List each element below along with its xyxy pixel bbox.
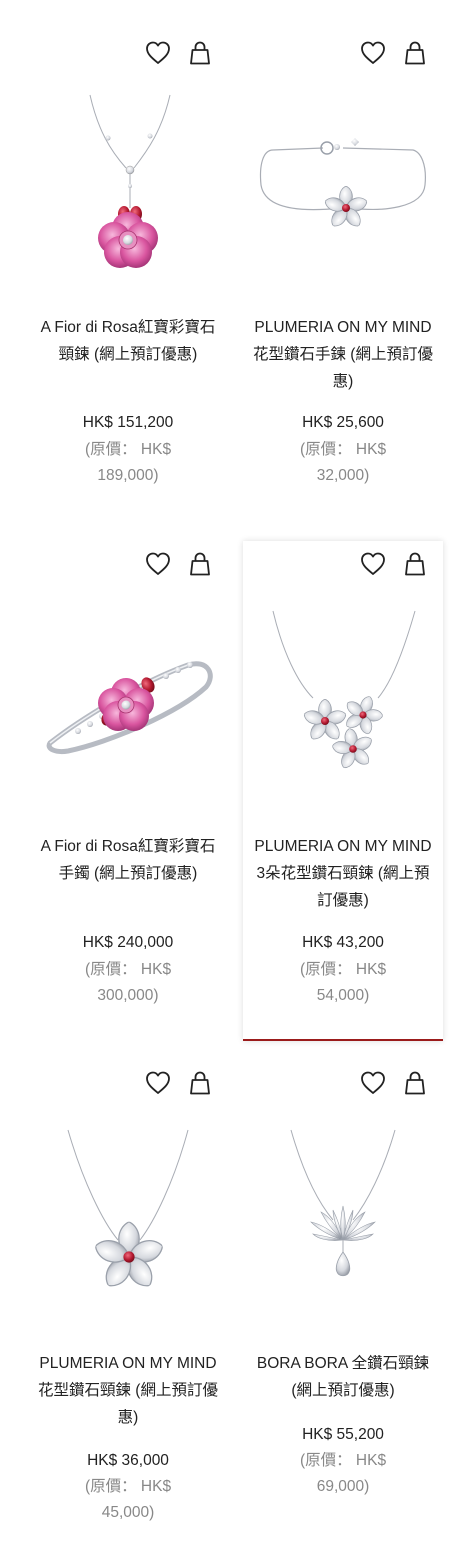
product-card[interactable]: A Fior di Rosa紅寶彩寶石頸鍊 (網上預訂優惠) HK$ 151,2… — [28, 30, 228, 510]
product-price: HK$ 25,600 — [302, 414, 384, 431]
product-name[interactable]: BORA BORA 全鑽石頸鍊 (網上預訂優惠) — [243, 1350, 443, 1404]
wishlist-button[interactable] — [144, 40, 172, 68]
product-image-bora-bora-diamond-necklace[interactable] — [253, 1122, 433, 1312]
card-actions — [144, 551, 214, 579]
original-price: (原價： HK$ 300,000) — [84, 961, 172, 1004]
shopping-bag-icon — [186, 39, 214, 70]
product-card[interactable]: PLUMERIA ON MY MIND 花型鑽石頸鍊 (網上預訂優惠) HK$ … — [28, 1060, 228, 1550]
original-price: (原價： HK$ 189,000) — [84, 441, 172, 484]
shopping-bag-icon — [186, 1069, 214, 1100]
product-image-three-plumeria-diamond-necklace[interactable] — [253, 603, 433, 793]
product-image-rose-ruby-bangle[interactable] — [38, 603, 218, 793]
product-card[interactable]: PLUMERIA ON MY MIND 花型鑽石手鍊 (網上預訂優惠) HK$ … — [243, 30, 443, 510]
product-price: HK$ 151,200 — [82, 414, 174, 431]
heart-icon — [144, 1069, 172, 1100]
product-name[interactable]: A Fior di Rosa紅寶彩寶石手鐲 (網上預訂優惠) — [28, 833, 228, 887]
shopping-bag-icon — [401, 1069, 429, 1100]
wishlist-button[interactable] — [359, 551, 387, 579]
add-to-cart-button[interactable] — [186, 1070, 214, 1098]
product-name[interactable]: PLUMERIA ON MY MIND 3朵花型鑽石頸鍊 (網上預訂優惠) — [243, 833, 443, 914]
product-card-highlighted[interactable]: PLUMERIA ON MY MIND 3朵花型鑽石頸鍊 (網上預訂優惠) HK… — [243, 541, 443, 1041]
add-to-cart-button[interactable] — [401, 1070, 429, 1098]
card-actions — [359, 1070, 429, 1098]
product-name[interactable]: PLUMERIA ON MY MIND 花型鑽石頸鍊 (網上預訂優惠) — [28, 1350, 228, 1431]
card-actions — [144, 1070, 214, 1098]
original-price: (原價： HK$ 69,000) — [299, 1452, 387, 1495]
heart-icon — [144, 550, 172, 581]
wishlist-button[interactable] — [144, 1070, 172, 1098]
product-image-rose-ruby-pendant-necklace[interactable] — [38, 90, 218, 280]
heart-icon — [144, 39, 172, 70]
wishlist-button[interactable] — [359, 40, 387, 68]
original-price: (原價： HK$ 45,000) — [84, 1478, 172, 1521]
product-card[interactable]: BORA BORA 全鑽石頸鍊 (網上預訂優惠) HK$ 55,200 (原價：… — [243, 1060, 443, 1550]
original-price: (原價： HK$ 54,000) — [299, 961, 387, 1004]
card-actions — [359, 551, 429, 579]
heart-icon — [359, 39, 387, 70]
wishlist-button[interactable] — [144, 551, 172, 579]
product-price: HK$ 55,200 — [302, 1426, 384, 1443]
card-actions — [144, 40, 214, 68]
product-image-plumeria-diamond-pendant-necklace[interactable] — [38, 1122, 218, 1312]
heart-icon — [359, 550, 387, 581]
product-name[interactable]: PLUMERIA ON MY MIND 花型鑽石手鍊 (網上預訂優惠) — [243, 314, 443, 395]
add-to-cart-button[interactable] — [186, 551, 214, 579]
product-image-plumeria-diamond-bracelet[interactable] — [253, 90, 433, 280]
heart-icon — [359, 1069, 387, 1100]
wishlist-button[interactable] — [359, 1070, 387, 1098]
add-to-cart-button[interactable] — [401, 551, 429, 579]
product-grid: A Fior di Rosa紅寶彩寶石頸鍊 (網上預訂優惠) HK$ 151,2… — [0, 0, 468, 1553]
product-price: HK$ 36,000 — [87, 1452, 169, 1469]
product-price: HK$ 240,000 — [82, 934, 174, 951]
product-card[interactable]: A Fior di Rosa紅寶彩寶石手鐲 (網上預訂優惠) HK$ 240,0… — [28, 541, 228, 1041]
original-price: (原價： HK$ 32,000) — [299, 441, 387, 484]
shopping-bag-icon — [401, 39, 429, 70]
add-to-cart-button[interactable] — [401, 40, 429, 68]
card-actions — [359, 40, 429, 68]
add-to-cart-button[interactable] — [186, 40, 214, 68]
product-name[interactable]: A Fior di Rosa紅寶彩寶石頸鍊 (網上預訂優惠) — [28, 314, 228, 368]
shopping-bag-icon — [186, 550, 214, 581]
product-price: HK$ 43,200 — [302, 934, 384, 951]
shopping-bag-icon — [401, 550, 429, 581]
